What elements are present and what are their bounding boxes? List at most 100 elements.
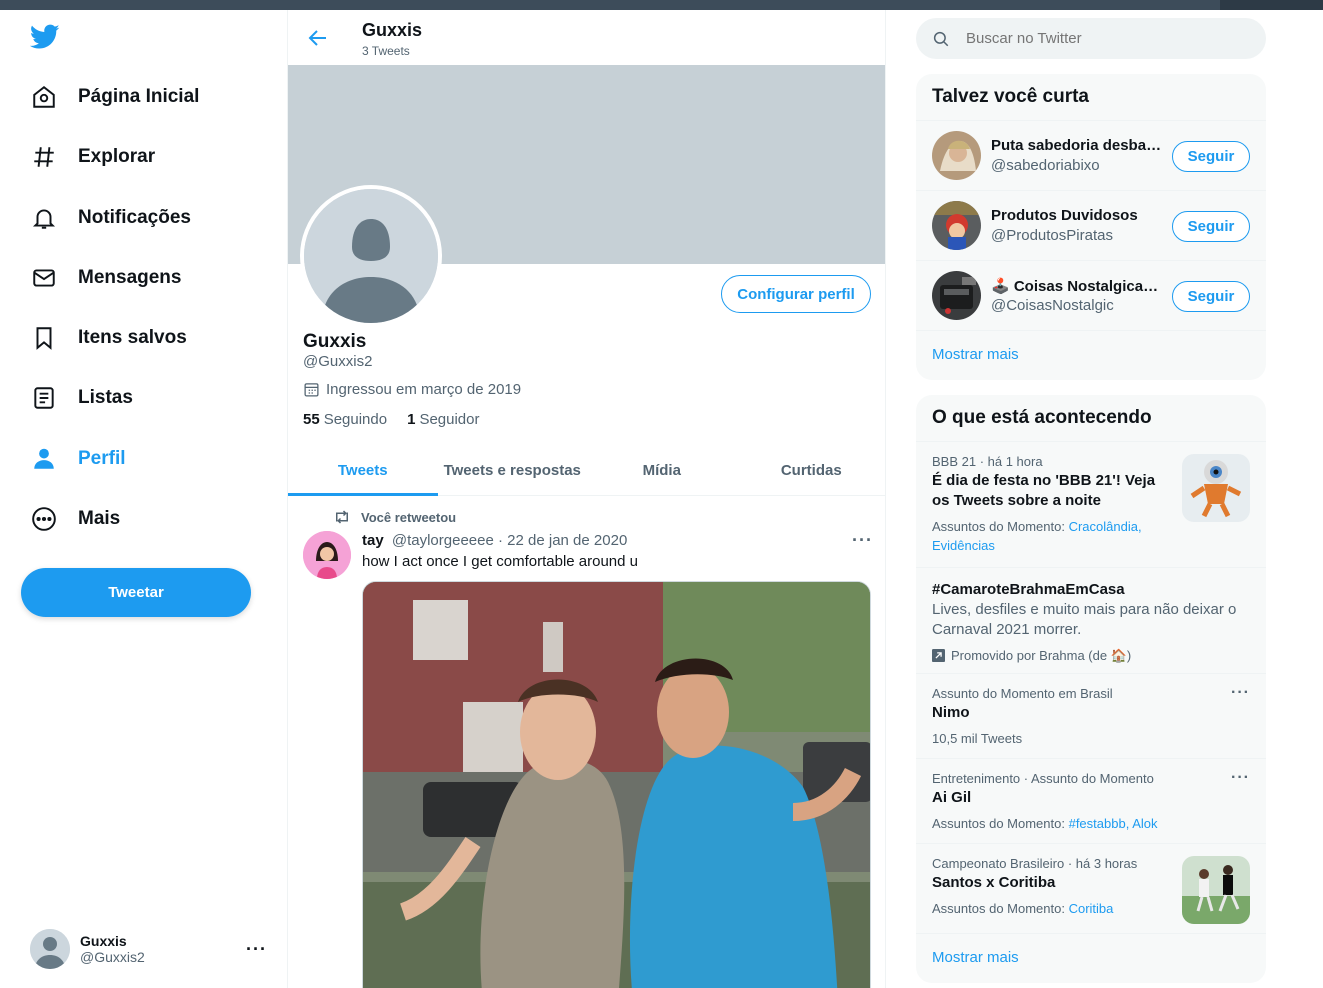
trend-item[interactable]: #CamaroteBrahmaEmCasa Lives, desfiles e …: [916, 567, 1266, 673]
promoted-icon: [932, 649, 945, 662]
list-icon: [30, 384, 58, 412]
trend-sub-links[interactable]: #festabbb, Alok: [1069, 816, 1158, 831]
following-link[interactable]: 55 Seguindo: [303, 411, 387, 428]
who-to-follow-card: Talvez você curta Puta sabedoria desbala…: [916, 74, 1266, 380]
tweet-date[interactable]: 22 de jan de 2020: [507, 532, 627, 549]
tab-media[interactable]: Mídia: [587, 446, 737, 495]
tweet-author-handle[interactable]: @taylorgeeeee: [392, 532, 494, 549]
account-switcher[interactable]: Guxxis @Guxxis2 ···: [30, 925, 275, 973]
sidebar-item-notifications[interactable]: Notificações: [30, 200, 191, 236]
tweet-author-avatar[interactable]: [303, 531, 351, 579]
edit-profile-button[interactable]: Configurar perfil: [721, 275, 871, 313]
avatar: [932, 131, 981, 180]
join-date-text: Ingressou em março de 2019: [326, 381, 522, 398]
tweet-separator: ·: [498, 532, 508, 549]
suggestion-handle: @sabedoriabixo: [991, 157, 1100, 174]
browser-tab-strip: [1220, 0, 1323, 10]
twitter-logo-icon[interactable]: [29, 24, 62, 52]
trend-title: É dia de festa no 'BBB 21'! Veja os Twee…: [932, 472, 1156, 509]
retweet-indicator: Você retweetou: [333, 509, 456, 525]
trend-more-icon[interactable]: ···: [1231, 769, 1250, 787]
trend-item[interactable]: Campeonato Brasileiro · há 3 horas Santo…: [916, 843, 1266, 933]
profile-handle: @Guxxis2: [303, 353, 373, 370]
sidebar-item-profile[interactable]: Perfil: [30, 441, 126, 477]
trend-meta: Assunto do Momento em Brasil: [932, 686, 1113, 701]
trend-thumbnail: [1182, 454, 1250, 522]
retweet-label: Você retweetou: [361, 509, 457, 525]
who-to-follow-title: Talvez você curta: [932, 86, 1090, 107]
follow-suggestion[interactable]: Produtos Duvidosos @ProdutosPiratas Segu…: [916, 190, 1266, 260]
suggestion-handle: @ProdutosPiratas: [991, 227, 1113, 244]
trend-sub-links[interactable]: Coritiba: [1069, 901, 1114, 916]
follow-button[interactable]: Seguir: [1172, 281, 1250, 312]
tweet-header: tay @taylorgeeeee · 22 de jan de 2020: [362, 532, 627, 549]
trend-title: Ai Gil: [932, 789, 972, 806]
following-count: 55: [303, 411, 320, 428]
envelope-icon: [30, 264, 58, 292]
trend-meta: Entretenimento · Assunto do Momento: [932, 771, 1154, 786]
sidebar-item-lists[interactable]: Listas: [30, 380, 133, 416]
show-more-link[interactable]: Mostrar mais: [916, 330, 1266, 380]
sidebar-item-more[interactable]: Mais: [30, 501, 120, 537]
trend-more-icon[interactable]: ···: [1231, 684, 1250, 702]
trend-item[interactable]: Assunto do Momento em Brasil Nimo 10,5 m…: [916, 673, 1266, 758]
sidebar-item-label: Itens salvos: [78, 327, 187, 348]
followers-link[interactable]: 1 Seguidor: [407, 411, 479, 428]
sidebar-nav: Página Inicial Explorar Notificações Men…: [0, 10, 287, 988]
search-bar[interactable]: [916, 18, 1266, 59]
suggestion-handle: @CoisasNostalgic: [991, 297, 1114, 314]
follow-suggestion[interactable]: 🕹️ Coisas Nostalgicas 📼 @CoisasNostalgic…: [916, 260, 1266, 330]
trend-sub-label: Assuntos do Momento:: [932, 519, 1065, 534]
profile-avatar[interactable]: [300, 185, 442, 327]
avatar: [30, 929, 70, 969]
account-name: Guxxis: [80, 933, 127, 949]
trend-thumbnail: [1182, 856, 1250, 924]
follow-button[interactable]: Seguir: [1172, 211, 1250, 242]
suggestion-name: Puta sabedoria desbalanceada: [991, 137, 1163, 154]
tab-tweets[interactable]: Tweets: [288, 446, 438, 496]
back-arrow-icon[interactable]: [306, 26, 330, 50]
following-label: Seguindo: [323, 411, 388, 428]
promoted-text: Promovido por Brahma (de 🏠): [951, 648, 1132, 663]
tweet-text: how I act once I get comfortable around …: [362, 553, 638, 570]
join-date: Ingressou em março de 2019: [303, 381, 521, 398]
trend-tweet-count: 10,5 mil Tweets: [932, 731, 1023, 746]
sidebar-item-home[interactable]: Página Inicial: [30, 79, 199, 115]
bell-icon: [30, 204, 58, 232]
trend-sub-label: Assuntos do Momento:: [932, 901, 1065, 916]
tweet-button[interactable]: Tweetar: [21, 568, 251, 617]
promoted-label: Promovido por Brahma (de 🏠): [932, 646, 1250, 665]
tab-likes[interactable]: Curtidas: [737, 446, 886, 495]
profile-header-bar: Guxxis 3 Tweets: [288, 10, 885, 65]
sidebar-item-messages[interactable]: Mensagens: [30, 260, 181, 296]
follow-suggestion[interactable]: Puta sabedoria desbalanceada @sabedoriab…: [916, 120, 1266, 190]
trend-item[interactable]: Entretenimento · Assunto do Momento Ai G…: [916, 758, 1266, 843]
followers-label: Seguidor: [419, 411, 480, 428]
profile-name: Guxxis: [303, 331, 367, 352]
calendar-icon: [304, 383, 319, 397]
tweet-more-icon[interactable]: ···: [852, 530, 873, 551]
more-circle-icon: [30, 505, 58, 533]
trend-sub-label: Assuntos do Momento:: [932, 816, 1065, 831]
home-icon: [30, 83, 58, 111]
suggestion-name: Produtos Duvidosos: [991, 207, 1138, 224]
profile-column: Guxxis 3 Tweets Configurar perfil Guxxis…: [287, 10, 886, 988]
sidebar-item-bookmarks[interactable]: Itens salvos: [30, 320, 187, 356]
trends-title: O que está acontecendo: [932, 407, 1152, 428]
tweet-video[interactable]: [362, 581, 871, 988]
follow-button[interactable]: Seguir: [1172, 141, 1250, 172]
sidebar-item-label: Página Inicial: [78, 86, 200, 107]
search-input[interactable]: [966, 30, 1246, 47]
page-title: Guxxis: [362, 20, 423, 40]
sidebar-item-label: Explorar: [78, 146, 156, 167]
trend-subtopics: Assuntos do Momento: Cracolândia, Evidên…: [932, 517, 1172, 555]
follow-stats: 55 Seguindo 1 Seguidor: [303, 411, 499, 428]
show-more-link[interactable]: Mostrar mais: [916, 933, 1266, 983]
sidebar-item-label: Listas: [78, 387, 133, 408]
tab-tweets-replies[interactable]: Tweets e respostas: [438, 446, 588, 495]
followers-count: 1: [407, 411, 416, 428]
sidebar-item-explore[interactable]: Explorar: [30, 139, 155, 175]
trend-item[interactable]: BBB 21 · há 1 hora É dia de festa no 'BB…: [916, 441, 1266, 567]
tweet-author-name[interactable]: tay: [362, 532, 384, 549]
trend-subtopics: Assuntos do Momento: #festabbb, Alok: [932, 814, 1250, 833]
